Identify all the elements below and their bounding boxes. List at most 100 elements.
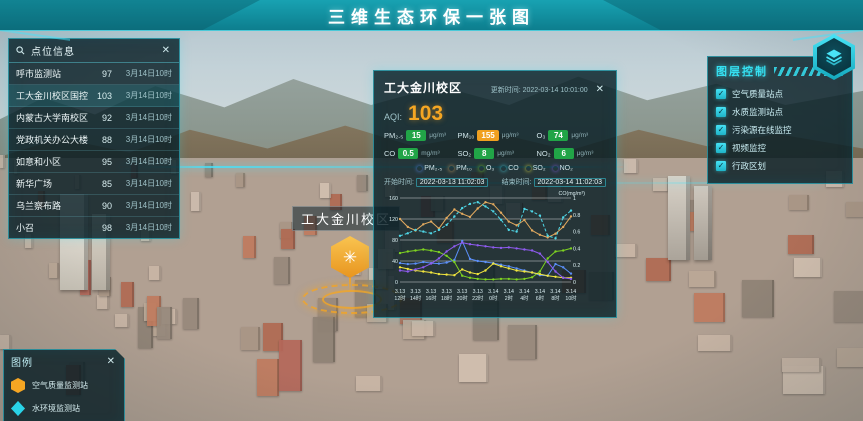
svg-text:3.13: 3.13 xyxy=(457,289,467,295)
legend-chip[interactable]: CO xyxy=(501,165,519,172)
station-row[interactable]: 内蒙古大学南校区 92 3月14日10时 xyxy=(9,107,179,129)
legend-chip-dot xyxy=(449,166,454,171)
station-aqi: 85 xyxy=(88,179,112,189)
legend-items: 空气质量监测站 水环境监测站 xyxy=(11,374,117,420)
checkbox-checked-icon[interactable]: ✓ xyxy=(716,143,726,153)
svg-text:12时: 12时 xyxy=(394,294,406,302)
legend-chip-label: PM₂.₅ xyxy=(424,165,442,172)
pollutant-unit: μg/m³ xyxy=(577,150,594,157)
search-icon xyxy=(16,46,25,55)
station-row[interactable]: 工大金川校区国控 103 3月14日10时 xyxy=(9,85,179,107)
station-time: 3月14日10时 xyxy=(112,90,172,101)
station-row[interactable]: 小召 98 3月14日10时 xyxy=(9,217,179,238)
pollutant-cell: PM₁₀ 155 μg/m³ xyxy=(457,130,532,141)
station-aqi: 98 xyxy=(88,223,112,233)
layer-panel-title: 图层控制 xyxy=(716,63,768,79)
station-row[interactable]: 呼市监测站 97 3月14日10时 xyxy=(9,63,179,85)
legend-chip-dot xyxy=(553,166,558,171)
svg-text:0时: 0时 xyxy=(489,294,498,302)
station-time: 3月14日10时 xyxy=(112,134,172,145)
pollutant-unit: μg/m³ xyxy=(571,132,588,139)
layer-item[interactable]: ✓ 水质监测站点 xyxy=(716,103,844,121)
app-header: 三维生态环保一张图 xyxy=(0,0,863,31)
diamond-marker-icon xyxy=(11,401,25,416)
checkbox-checked-icon[interactable]: ✓ xyxy=(716,161,726,171)
svg-text:0: 0 xyxy=(573,280,576,286)
start-time-input[interactable]: 2022-03-13 11:02:03 xyxy=(416,178,488,187)
pollutant-name: PM₂.₅ xyxy=(384,131,403,140)
pollutant-cell: O₃ 74 μg/m³ xyxy=(537,130,606,141)
layer-item[interactable]: ✓ 视频监控 xyxy=(716,139,844,157)
landmark-building xyxy=(668,176,690,260)
layer-items: ✓ 空气质量站点 ✓ 水质监测站点 ✓ 污染源在线监控 ✓ 视频监控 ✓ 行政区… xyxy=(716,85,844,175)
close-icon[interactable]: ✕ xyxy=(160,44,172,58)
station-name: 新华广场 xyxy=(16,177,88,190)
station-name: 小召 xyxy=(16,221,88,234)
svg-text:18时: 18时 xyxy=(441,294,453,302)
svg-text:2时: 2时 xyxy=(505,294,514,302)
station-name: 内蒙古大学南校区 xyxy=(16,111,88,124)
layer-item-label: 水质监测站点 xyxy=(732,106,783,118)
station-aqi: 90 xyxy=(88,201,112,211)
layer-item[interactable]: ✓ 行政区划 xyxy=(716,157,844,175)
pollutant-unit: μg/m³ xyxy=(497,150,514,157)
station-list-title: 点位信息 xyxy=(31,43,154,58)
station-row[interactable]: 新华广场 85 3月14日10时 xyxy=(9,173,179,195)
pollutant-value: 15 xyxy=(406,130,426,141)
station-list-header: 点位信息 ✕ xyxy=(9,39,179,63)
svg-text:3.13: 3.13 xyxy=(426,289,436,295)
svg-text:3.13: 3.13 xyxy=(395,289,405,295)
page-title: 三维生态环保一张图 xyxy=(328,3,535,28)
legend-chip[interactable]: O₃ xyxy=(479,165,494,172)
svg-text:3.13: 3.13 xyxy=(410,289,420,295)
legend-chip-dot xyxy=(479,166,484,171)
start-time-label: 开始时间: xyxy=(384,179,414,186)
station-row[interactable]: 乌兰察布路 90 3月14日10时 xyxy=(9,195,179,217)
pollutant-cell: PM₂.₅ 15 μg/m³ xyxy=(384,130,453,141)
pollutant-value: 6 xyxy=(554,148,574,159)
update-time: 更新时间: 2022-03-14 10:01:00 xyxy=(468,85,588,95)
pollutant-cell: SO₂ 8 μg/m³ xyxy=(457,148,532,159)
pollutant-name: CO xyxy=(384,149,395,158)
aqi-label: AQI: xyxy=(384,112,402,122)
chart-area: 0408012016000.20.40.60.81CO(mg/m³)3.1312… xyxy=(384,190,606,311)
pollutant-name: PM₁₀ xyxy=(457,131,474,140)
end-time-input[interactable]: 2022-03-14 11:02:03 xyxy=(534,178,606,187)
checkbox-checked-icon[interactable]: ✓ xyxy=(716,107,726,117)
svg-text:16时: 16时 xyxy=(425,294,437,302)
layer-item-label: 污染源在线监控 xyxy=(732,124,792,136)
legend-chip[interactable]: PM₂.₅ xyxy=(417,165,442,172)
aqi-value: 103 xyxy=(408,102,443,126)
close-icon[interactable]: ✕ xyxy=(594,83,606,97)
legend-chip-label: NO₂ xyxy=(560,165,573,172)
svg-text:0: 0 xyxy=(395,280,398,286)
checkbox-checked-icon[interactable]: ✓ xyxy=(716,89,726,99)
station-row[interactable]: 如意和小区 95 3月14日10时 xyxy=(9,151,179,173)
station-name: 工大金川校区国控 xyxy=(16,89,88,102)
station-aqi: 95 xyxy=(88,157,112,167)
station-name: 如意和小区 xyxy=(16,155,88,168)
svg-text:0.6: 0.6 xyxy=(573,230,580,236)
legend-chip-label: O₃ xyxy=(486,165,494,172)
legend-chip[interactable]: NO₂ xyxy=(553,165,573,172)
svg-text:22时: 22时 xyxy=(472,294,484,302)
layer-item[interactable]: ✓ 污染源在线监控 xyxy=(716,121,844,139)
legend-chip[interactable]: PM₁₀ xyxy=(449,165,472,172)
legend-item: 水环境监测站 xyxy=(11,397,117,420)
legend-item: 空气质量监测站 xyxy=(11,374,117,397)
legend-chip-dot xyxy=(501,166,506,171)
station-row[interactable]: 党政机关办公大楼 88 3月14日10时 xyxy=(9,129,179,151)
checkbox-checked-icon[interactable]: ✓ xyxy=(716,125,726,135)
legend-chip[interactable]: SO₂ xyxy=(526,165,546,172)
pollutant-cell: NO₂ 6 μg/m³ xyxy=(537,148,606,159)
svg-text:10时: 10时 xyxy=(565,294,577,302)
station-marker-icon: ✳ xyxy=(343,249,357,266)
station-aqi: 103 xyxy=(88,91,112,101)
landmark-building xyxy=(694,186,712,260)
layer-item[interactable]: ✓ 空气质量站点 xyxy=(716,85,844,103)
hexagon-marker-icon xyxy=(11,378,25,393)
legend-chip-label: PM₁₀ xyxy=(456,165,472,172)
close-icon[interactable]: ✕ xyxy=(105,355,117,369)
time-range-row: 开始时间: 2022-03-13 11:02:03 结束时间: 2022-03-… xyxy=(384,177,606,187)
svg-text:3.14: 3.14 xyxy=(504,289,514,295)
